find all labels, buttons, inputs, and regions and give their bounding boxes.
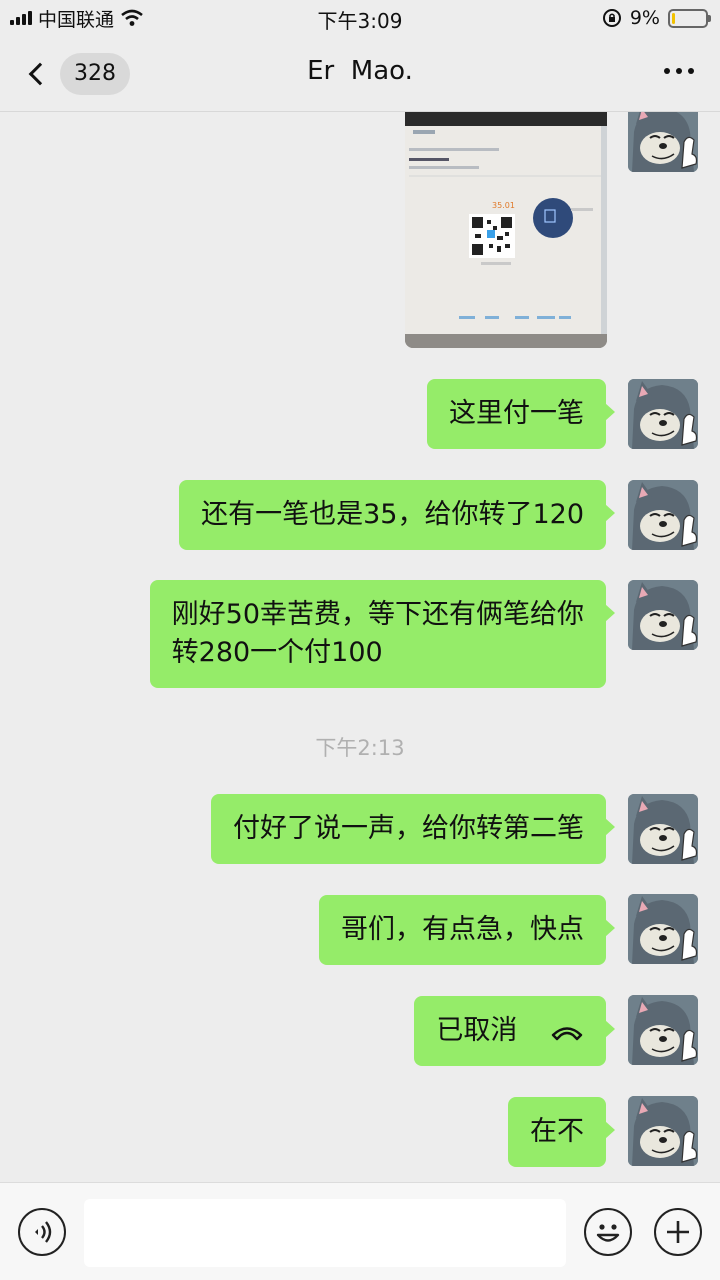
message-input[interactable] (84, 1199, 566, 1267)
input-bar (0, 1182, 720, 1280)
message-bubble[interactable]: 在不 (508, 1097, 615, 1167)
avatar[interactable] (628, 995, 698, 1065)
message-bubble[interactable]: 付好了说一声，给你转第二笔 (211, 794, 615, 864)
call-message[interactable]: 已取消 (414, 996, 615, 1066)
message-text: 刚好50幸苦费，等下还有俩笔给你 (171, 599, 584, 630)
message-text: 哥们，有点急，快点 (341, 914, 584, 945)
qr-amount: 35.01 (492, 201, 515, 210)
call-status-text: 已取消 (436, 1015, 518, 1046)
message-text: 还有一笔也是35，给你转了120 (201, 499, 584, 530)
emoji-icon[interactable] (584, 1208, 632, 1256)
avatar[interactable] (628, 794, 698, 864)
voice-icon[interactable] (18, 1208, 66, 1256)
timestamp: 下午2:13 (315, 736, 405, 760)
status-bar: 中国联通 下午3:09 9% (0, 0, 720, 36)
payment-screen-photo: 35.01 (405, 112, 607, 348)
orientation-lock-icon (602, 9, 621, 27)
avatar[interactable] (628, 112, 698, 172)
chat-title: Er Mao. (307, 56, 413, 86)
chat-header: 328 Er Mao. (0, 36, 720, 112)
image-message[interactable]: 35.01 (405, 112, 607, 348)
message-text: 付好了说一声，给你转第二笔 (233, 813, 584, 844)
more-options-icon[interactable] (664, 68, 694, 74)
avatar[interactable] (628, 480, 698, 550)
battery-icon (668, 8, 711, 28)
plus-icon[interactable] (654, 1208, 702, 1256)
avatar[interactable] (628, 1096, 698, 1166)
message-bubble[interactable]: 还有一笔也是35，给你转了120 (179, 480, 615, 550)
avatar[interactable] (628, 379, 698, 449)
message-bubble[interactable]: 哥们，有点急，快点 (319, 895, 615, 965)
message-list[interactable]: 35.01 这里付一笔 还有一笔也是35，给你转了120 刚好50幸苦费，等下还… (0, 112, 720, 1182)
avatar[interactable] (628, 894, 698, 964)
avatar[interactable] (628, 580, 698, 650)
message-text: 这里付一笔 (449, 398, 584, 429)
battery-percent: 9% (629, 7, 660, 29)
hangup-icon (551, 1026, 583, 1040)
message-text: 转280一个付100 (171, 637, 383, 668)
message-text: 在不 (530, 1116, 584, 1147)
message-bubble[interactable]: 这里付一笔 (427, 379, 615, 449)
message-bubble[interactable]: 刚好50幸苦费，等下还有俩笔给你 转280一个付100 (149, 580, 616, 688)
